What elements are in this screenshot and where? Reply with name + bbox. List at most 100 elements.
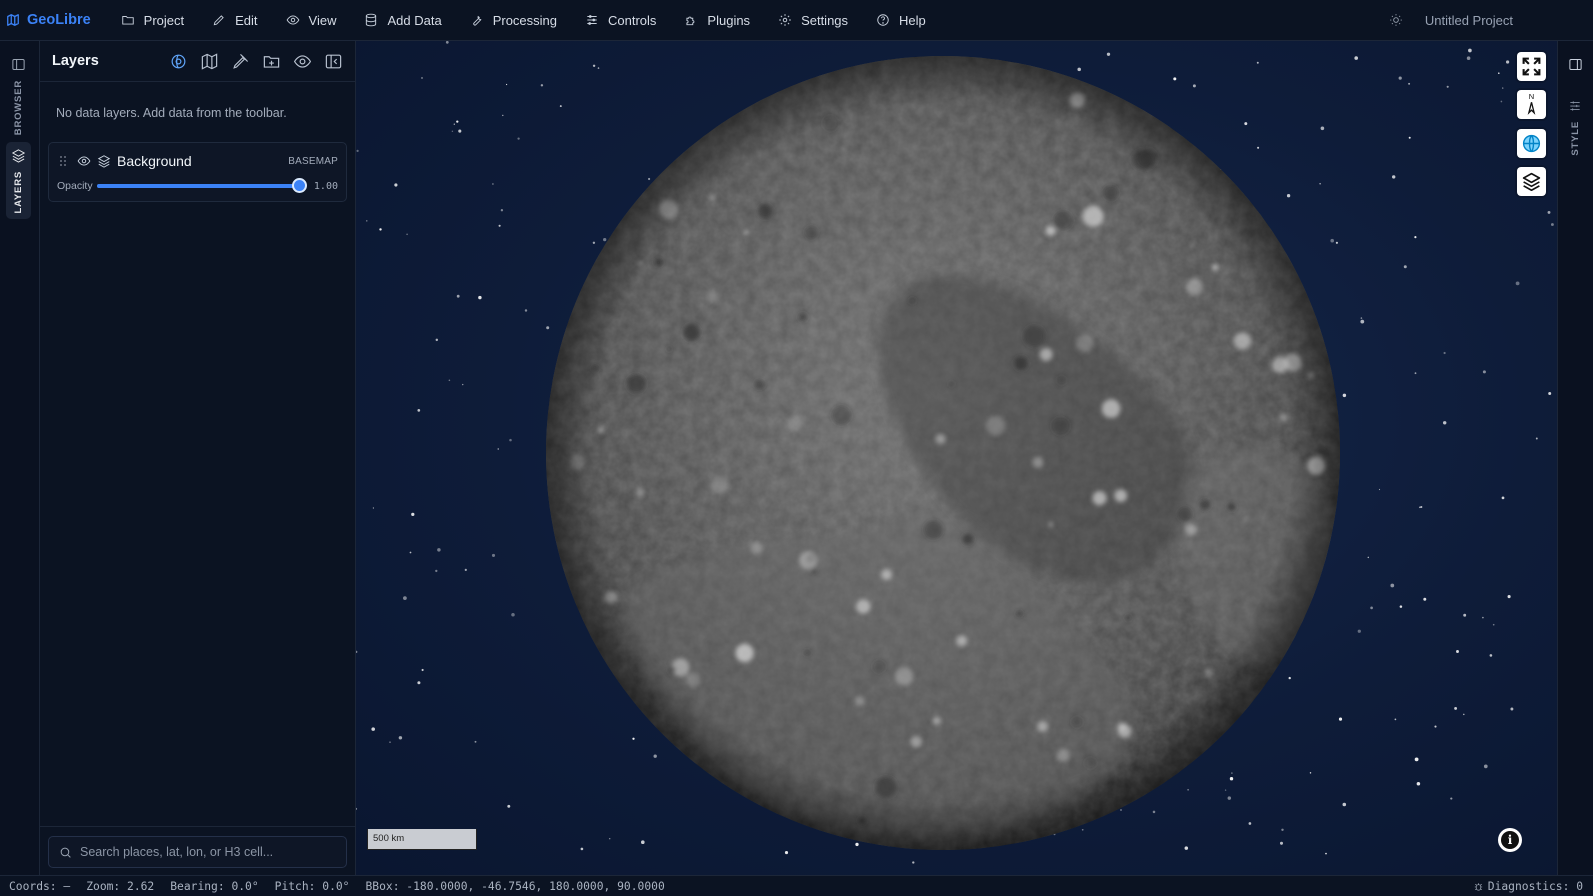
draw-tool-button[interactable] (231, 52, 250, 71)
star (540, 84, 544, 87)
star (648, 177, 651, 181)
layers-stack-icon (11, 149, 26, 163)
menu-project[interactable]: Project (107, 0, 198, 41)
star (421, 668, 424, 672)
menu-plugins[interactable]: Plugins (670, 0, 764, 41)
star (403, 596, 407, 600)
star (1399, 605, 1403, 608)
place-search-input[interactable] (80, 845, 330, 859)
menu-controls-label: Controls (608, 12, 657, 28)
star (406, 233, 408, 236)
info-icon: i (1501, 831, 1519, 849)
star (456, 294, 460, 298)
star (1550, 223, 1554, 226)
basemap-badge: BASEMAP (288, 155, 338, 167)
fullscreen-button[interactable] (1517, 52, 1546, 81)
star (641, 840, 645, 844)
opacity-slider[interactable] (96, 178, 307, 193)
menu-processing[interactable]: Processing (456, 0, 571, 41)
theme-toggle-sun-icon[interactable] (1389, 13, 1403, 27)
drag-handle-icon[interactable] (59, 155, 69, 167)
star (1408, 82, 1411, 85)
star (1450, 797, 1453, 800)
star (632, 737, 635, 740)
star (1392, 175, 1396, 179)
layers-panel-header: Layers (40, 41, 355, 82)
status-diagnostics[interactable]: Diagnostics: 0 (1473, 880, 1583, 893)
basemap-layer-card[interactable]: Background BASEMAP Opacity 1.00 (48, 142, 347, 202)
empty-layers-message: No data layers. Add data from the toolba… (56, 106, 287, 120)
app-brand[interactable]: GeoLibre (0, 12, 91, 28)
star (1414, 757, 1419, 762)
star (453, 123, 455, 125)
rail-browser-label: BROWSER (13, 80, 24, 136)
visibility-tool-button[interactable] (293, 52, 312, 71)
star (559, 105, 562, 108)
star (445, 41, 449, 44)
attribution-info-button[interactable]: i (1498, 828, 1522, 852)
star (1394, 718, 1397, 721)
opacity-slider-thumb[interactable] (291, 178, 307, 193)
rail-browser-button[interactable]: BROWSER (6, 51, 31, 141)
menu-edit[interactable]: Edit (198, 0, 271, 41)
star (1257, 146, 1260, 149)
star (1442, 421, 1447, 425)
style-label: STYLE (1569, 121, 1581, 156)
layers-panel-toolbar (169, 52, 343, 71)
project-name[interactable]: Untitled Project (1425, 13, 1513, 28)
fullscreen-icon (1522, 57, 1541, 76)
status-diagnostics-label: Diagnostics: 0 (1487, 879, 1583, 893)
star (502, 114, 504, 117)
layers-icon (1522, 172, 1541, 192)
menu-controls[interactable]: Controls (571, 0, 670, 41)
map-canvas[interactable]: N i 500 km (356, 41, 1557, 875)
map-logo-icon (7, 14, 19, 26)
star (597, 67, 600, 69)
menu-add-data[interactable]: Add Data (350, 0, 455, 41)
opacity-label: Opacity (57, 180, 93, 192)
opacity-slider-fill (96, 184, 300, 188)
layers-stack-icon (97, 154, 111, 168)
map-tool-button[interactable] (200, 52, 219, 71)
star (1370, 606, 1373, 610)
star (1335, 241, 1338, 244)
menu-edit-label: Edit (235, 12, 258, 28)
globe-icon (171, 54, 186, 68)
puzzle-icon (686, 16, 695, 26)
star (1077, 67, 1081, 72)
globe-tool-button[interactable] (169, 52, 188, 71)
help-circle-icon (877, 14, 889, 26)
globe-projection-button[interactable] (1517, 129, 1546, 158)
star (1418, 506, 1421, 509)
star (580, 847, 584, 851)
style-sliders-icon (1570, 101, 1580, 111)
star (603, 237, 607, 242)
right-panel-toggle[interactable] (1568, 57, 1583, 72)
eye-icon (77, 156, 91, 166)
star (464, 568, 467, 572)
menu-help[interactable]: Help (862, 0, 940, 41)
star (1535, 437, 1538, 440)
gear-icon (779, 14, 791, 26)
compass-button[interactable]: N (1517, 90, 1546, 119)
menu-view[interactable]: View (272, 0, 351, 41)
star (1515, 281, 1520, 286)
layer-visibility-toggle[interactable] (77, 154, 91, 168)
map-layers-button[interactable] (1517, 167, 1546, 196)
style-panel-tab[interactable]: STYLE (1568, 99, 1582, 156)
collapse-panel-button[interactable] (324, 52, 343, 71)
layer-name: Background (117, 153, 192, 169)
star (524, 309, 528, 312)
star (497, 448, 499, 450)
menu-plugins-label: Plugins (707, 12, 751, 28)
rail-layers-button[interactable]: LAYERS (6, 142, 31, 220)
place-search-box[interactable] (48, 836, 347, 868)
status-bearing: Bearing: 0.0° (170, 879, 259, 893)
star (592, 241, 596, 244)
star (1507, 595, 1511, 599)
star (1320, 126, 1325, 131)
menu-settings[interactable]: Settings (764, 0, 862, 41)
visibility-icon (293, 54, 312, 68)
star (498, 224, 501, 227)
add-folder-button[interactable] (262, 52, 281, 71)
